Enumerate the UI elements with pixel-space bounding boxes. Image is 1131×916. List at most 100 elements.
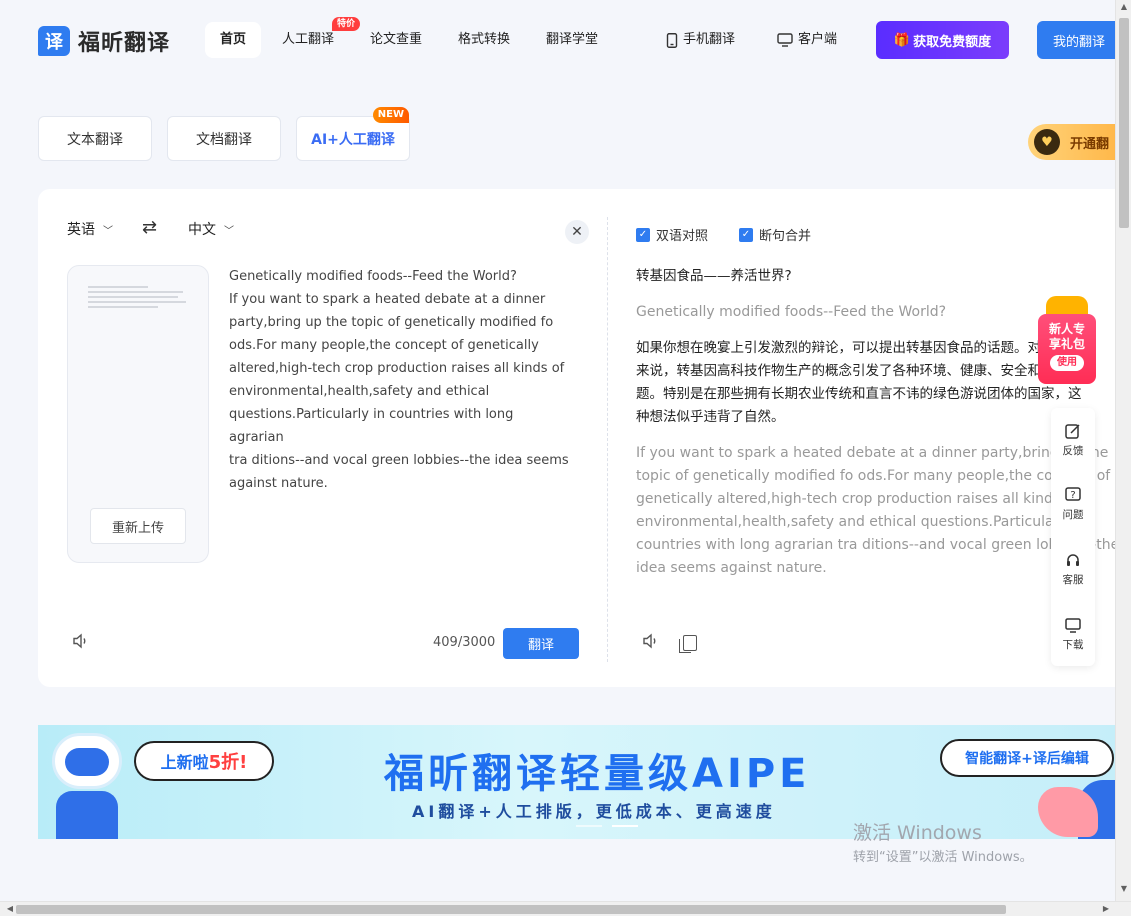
target-line-zh: 种想法似乎违背了自然。 [636, 409, 785, 425]
faq-button[interactable]: ? 问题 [1051, 486, 1095, 522]
bilingual-label: 双语对照 [656, 229, 709, 244]
chevron-down-icon: ﹀ [224, 225, 234, 237]
download-button[interactable]: 下载 [1051, 616, 1095, 652]
gift-line: 新人专 [1048, 322, 1085, 336]
robot-mascot-icon [38, 733, 138, 839]
source-language-select[interactable]: 英语 ﹀ [67, 219, 113, 239]
source-line: tra ditions--and vocal green lobbies--th… [229, 453, 569, 468]
target-line-en: environmental,health,safety and ethical … [636, 514, 1089, 530]
target-line-zh: 题。特别是在那些拥有长期农业传统和直言不讳的绿色游说团体的国家，这 [636, 386, 1082, 402]
tab-document-translation[interactable]: 文档翻译 [167, 116, 281, 161]
nav-plagiarism-check[interactable]: 论文查重 [366, 22, 426, 58]
target-line-en: idea seems against nature. [636, 560, 827, 576]
vip-icon: ♥ [1034, 129, 1060, 155]
copy-icon[interactable] [679, 635, 697, 653]
nav-home[interactable]: 首页 [205, 22, 261, 58]
gift-icon: 🎁 [893, 32, 911, 48]
vertical-scroll-thumb[interactable] [1119, 18, 1129, 228]
target-paragraph-en: If you want to spark a heated debate at … [636, 442, 1116, 580]
merge-sentences-checkbox[interactable]: ✓ 断句合并 [739, 225, 811, 244]
banner-subtitle: AI翻译+人工排版，更低成本、更高速度 [412, 802, 776, 821]
top-nav: 译 福昕翻译 首页 人工翻译 特价 论文查重 格式转换 翻译学堂 手机翻译 客户… [0, 0, 1121, 80]
nav-mobile-translate[interactable]: 手机翻译 [666, 22, 735, 58]
customer-service-button[interactable]: 客服 [1051, 551, 1095, 587]
swap-languages-icon[interactable]: ⇄ [142, 217, 157, 238]
speaker-icon[interactable] [642, 633, 660, 653]
banner-title: 福昕翻译轻量级AIPE [384, 751, 811, 797]
source-line: questions.Particularly in countries with… [229, 407, 514, 445]
my-translations-button[interactable]: 我的翻译 [1037, 21, 1121, 59]
brand-name: 福昕翻译 [78, 31, 171, 56]
scroll-down-icon[interactable]: ▼ [1116, 884, 1131, 893]
carousel-dot-active[interactable] [612, 825, 638, 827]
sale-badge: 特价 [331, 17, 360, 31]
nav-human-translation-label: 人工翻译 [281, 32, 334, 47]
new-user-gift[interactable]: 新人专 享礼包 使用 [1038, 296, 1096, 386]
document-thumbnail [88, 286, 188, 311]
tab-ai-human-label: AI+人工翻译 [311, 131, 395, 148]
feedback-icon [1065, 424, 1080, 439]
translation-panel: 英语 ﹀ ⇄ 中文 ﹀ ✕ 重新上传 Genetically modified … [38, 189, 1116, 687]
scroll-up-icon[interactable]: ▲ [1116, 2, 1131, 11]
monitor-icon [777, 33, 793, 47]
new-badge: NEW [372, 107, 409, 123]
panel-divider [607, 217, 608, 662]
open-vip-button[interactable]: ♥ 开通翻 [1028, 124, 1116, 160]
source-line: Genetically modified foods--Feed the Wor… [229, 269, 517, 284]
nav-human-translation[interactable]: 人工翻译 特价 [278, 17, 360, 58]
source-language-label: 英语 [67, 222, 95, 238]
target-line-en: countries with long agrarian tra ditions… [636, 537, 1116, 553]
feature-bubble: 智能翻译+译后编辑 [940, 739, 1114, 777]
nav-format-convert[interactable]: 格式转换 [454, 22, 514, 58]
carousel-dots [576, 825, 638, 827]
target-line-en: topic of genetically modified fo ods.For… [636, 468, 1111, 484]
source-line: environmental,health,safety and ethical [229, 384, 490, 399]
gift-use-button[interactable]: 使用 [1050, 355, 1084, 371]
question-icon: ? [1065, 487, 1081, 501]
merge-sentences-label: 断句合并 [759, 229, 812, 244]
tab-ai-human-translation[interactable]: AI+人工翻译 NEW [296, 107, 410, 161]
gift-line: 享礼包 [1048, 337, 1085, 351]
nav-translation-school[interactable]: 翻译学堂 [542, 22, 602, 58]
nav-desktop-client[interactable]: 客户端 [777, 22, 837, 58]
logo[interactable]: 译 福昕翻译 [38, 25, 170, 57]
monitor-icon [1065, 618, 1081, 633]
feedback-label: 反馈 [1062, 445, 1084, 457]
uploaded-document-card: 重新上传 [67, 265, 209, 563]
source-line: party,bring up the topic of genetically … [229, 315, 554, 330]
carousel-dot[interactable] [576, 825, 602, 827]
speaker-icon[interactable] [72, 633, 90, 653]
get-free-quota-label: 获取免费额度 [913, 34, 992, 50]
nav-desktop-label: 客户端 [798, 32, 838, 47]
vertical-scrollbar[interactable]: ▲ ▼ [1115, 0, 1131, 902]
check-icon: ✓ [739, 227, 753, 242]
translate-button[interactable]: 翻译 [503, 628, 579, 659]
target-line-en: If you want to spark a heated debate at … [636, 445, 1109, 461]
chevron-down-icon: ﹀ [103, 225, 113, 237]
bilingual-checkbox[interactable]: ✓ 双语对照 [636, 225, 708, 244]
source-text[interactable]: Genetically modified foods--Feed the Wor… [229, 265, 569, 495]
source-line: against nature. [229, 476, 328, 491]
target-title-zh: 转基因食品——养活世界? [636, 268, 792, 284]
phone-icon [666, 32, 678, 48]
discount-prefix: 上新啦 [160, 753, 209, 772]
target-line-en: genetically altered,high-tech crop produ… [636, 491, 1079, 507]
discount-bubble: 上新啦 5折! [134, 741, 274, 781]
source-line: ods.For many people,the concept of genet… [229, 338, 539, 353]
logo-icon: 译 [38, 26, 70, 56]
character-counter: 409/3000 [433, 635, 496, 650]
scroll-right-icon[interactable]: ▶ [1098, 904, 1114, 913]
svg-text:?: ? [1070, 490, 1075, 501]
reupload-button[interactable]: 重新上传 [90, 508, 186, 544]
side-toolbar: 反馈 ? 问题 客服 下载 [1051, 408, 1095, 666]
gift-body: 新人专 享礼包 使用 [1038, 314, 1096, 384]
tab-text-translation[interactable]: 文本翻译 [38, 116, 152, 161]
close-icon[interactable]: ✕ [565, 220, 589, 244]
source-line: If you want to spark a heated debate at … [229, 292, 546, 307]
horizontal-scroll-thumb[interactable] [16, 905, 1006, 914]
customer-service-label: 客服 [1062, 574, 1084, 586]
feedback-button[interactable]: 反馈 [1051, 422, 1095, 458]
target-language-select[interactable]: 中文 ﹀ [188, 219, 234, 239]
get-free-quota-button[interactable]: 🎁 获取免费额度 [876, 21, 1009, 59]
horizontal-scrollbar[interactable]: ◀ ▶ [0, 901, 1131, 916]
